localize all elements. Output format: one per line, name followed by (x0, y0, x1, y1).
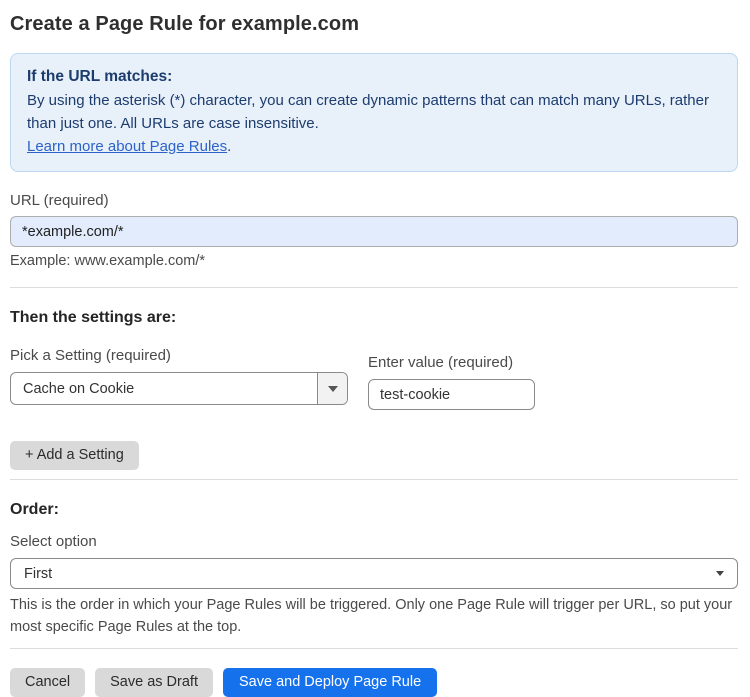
page-title: Create a Page Rule for example.com (10, 13, 360, 35)
url-matches-info-box: If the URL matches: By using the asteris… (10, 53, 738, 172)
order-heading: Order: (10, 501, 59, 518)
divider (10, 287, 738, 288)
order-select[interactable]: First (10, 558, 738, 589)
setting-picker-column: Pick a Setting (required) Cache on Cooki… (10, 327, 348, 410)
url-example-text: Example: www.example.com/* (10, 253, 206, 269)
settings-row: Pick a Setting (required) Cache on Cooki… (10, 327, 738, 410)
setting-value-label: Enter value (required) (368, 354, 514, 371)
add-setting-button[interactable]: + Add a Setting (10, 441, 139, 470)
info-box-link-line: Learn more about Page Rules. (27, 135, 721, 158)
divider (10, 648, 738, 649)
learn-more-link[interactable]: Learn more about Page Rules (27, 138, 227, 155)
divider (10, 479, 738, 480)
caret-down-icon (327, 385, 338, 392)
setting-dropdown[interactable]: Cache on Cookie (10, 372, 348, 405)
order-select-value: First (24, 565, 53, 582)
url-input[interactable] (10, 216, 738, 247)
order-select-label: Select option (10, 533, 97, 550)
settings-heading: Then the settings are: (10, 309, 177, 326)
setting-dropdown-value: Cache on Cookie (23, 380, 135, 397)
order-help-text: This is the order in which your Page Rul… (10, 597, 733, 635)
info-box-body: By using the asterisk (*) character, you… (27, 92, 709, 132)
info-box-heading: If the URL matches: (27, 68, 173, 85)
link-suffix: . (227, 138, 232, 155)
setting-value-column: Enter value (required) (368, 334, 535, 410)
caret-down-icon (716, 571, 724, 576)
setting-picker-label: Pick a Setting (required) (10, 347, 171, 364)
setting-dropdown-arrow-button[interactable] (317, 373, 347, 404)
url-field-label: URL (required) (10, 192, 109, 209)
setting-value-input[interactable] (368, 379, 535, 410)
